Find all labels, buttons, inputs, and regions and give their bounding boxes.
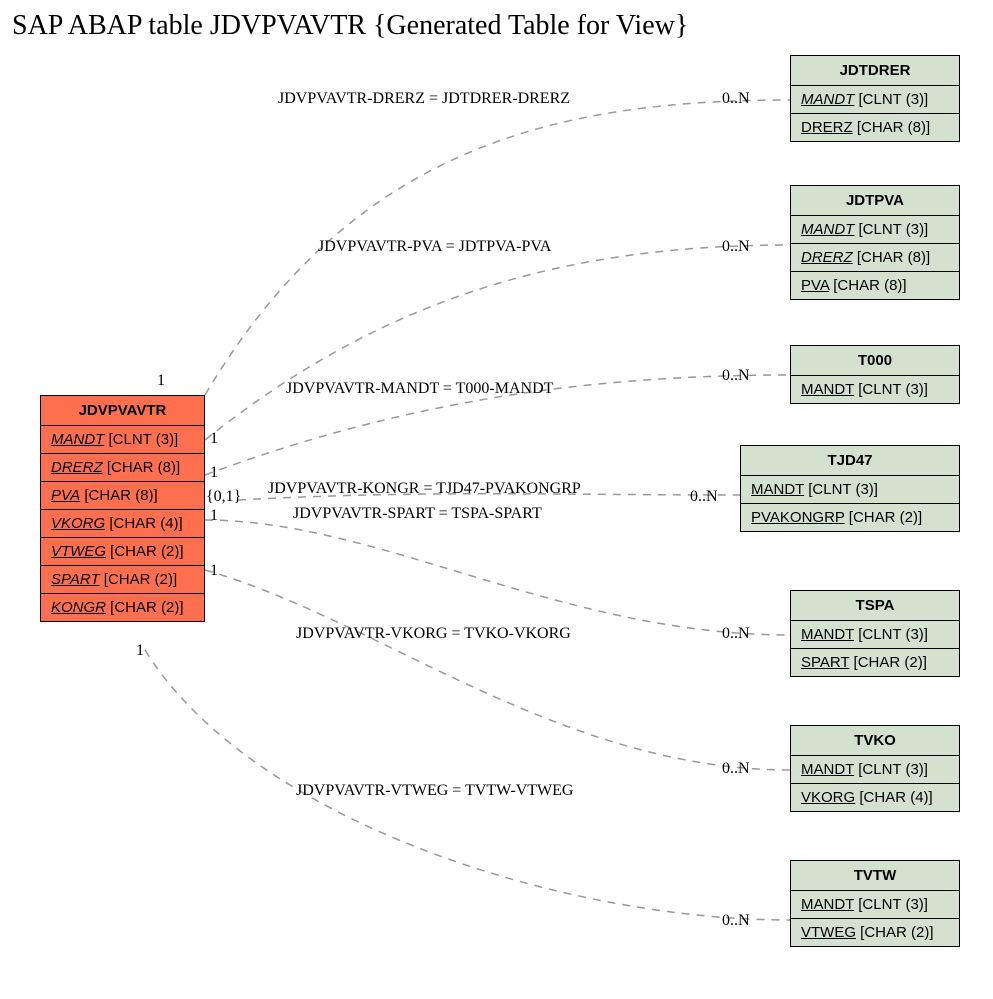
edge-label: JDVPVAVTR-PVA = JDTPVA-PVA <box>318 238 551 256</box>
cardinality-target: 0..N <box>722 367 750 385</box>
field: DRERZ [CHAR (8)] <box>791 114 959 141</box>
field: MANDT [CLNT (3)] <box>791 756 959 784</box>
entity-tvtw: TVTW MANDT [CLNT (3)] VTWEG [CHAR (2)] <box>790 860 960 947</box>
entity-tjd47: TJD47 MANDT [CLNT (3)] PVAKONGRP [CHAR (… <box>740 445 960 532</box>
entity-header: JDTDRER <box>791 56 959 86</box>
field: MANDT [CLNT (3)] <box>791 891 959 919</box>
field: SPART [CHAR (2)] <box>791 649 959 676</box>
field: DRERZ [CHAR (8)] <box>41 454 204 482</box>
field: PVA [CHAR (8)] <box>41 482 204 510</box>
field: KONGR [CHAR (2)] <box>41 594 204 621</box>
entity-header: TVTW <box>791 861 959 891</box>
entity-tvko: TVKO MANDT [CLNT (3)] VKORG [CHAR (4)] <box>790 725 960 812</box>
field: MANDT [CLNT (3)] <box>791 621 959 649</box>
field: VKORG [CHAR (4)] <box>41 510 204 538</box>
field: MANDT [CLNT (3)] <box>791 216 959 244</box>
cardinality-source: 1 <box>210 562 218 580</box>
edge-label: JDVPVAVTR-DRERZ = JDTDRER-DRERZ <box>278 90 570 108</box>
edge-label: JDVPVAVTR-KONGR = TJD47-PVAKONGRP <box>268 480 581 498</box>
field: VTWEG [CHAR (2)] <box>791 919 959 946</box>
cardinality-target: 0..N <box>722 625 750 643</box>
entity-header: JDVPVAVTR <box>41 396 204 426</box>
entity-jdtpva: JDTPVA MANDT [CLNT (3)] DRERZ [CHAR (8)]… <box>790 185 960 300</box>
page-title: SAP ABAP table JDVPVAVTR {Generated Tabl… <box>12 10 688 42</box>
cardinality-source: {0,1} <box>206 488 241 506</box>
field: MANDT [CLNT (3)] <box>791 376 959 403</box>
edge-label: JDVPVAVTR-VKORG = TVKO-VKORG <box>296 625 571 643</box>
field: DRERZ [CHAR (8)] <box>791 244 959 272</box>
entity-header: TJD47 <box>741 446 959 476</box>
entity-header: T000 <box>791 346 959 376</box>
field: MANDT [CLNT (3)] <box>791 86 959 114</box>
field: PVA [CHAR (8)] <box>791 272 959 299</box>
entity-jdtdrer: JDTDRER MANDT [CLNT (3)] DRERZ [CHAR (8)… <box>790 55 960 142</box>
edge-label: JDVPVAVTR-SPART = TSPA-SPART <box>293 505 542 523</box>
cardinality-target: 0..N <box>722 760 750 778</box>
field: VTWEG [CHAR (2)] <box>41 538 204 566</box>
cardinality-target: 0..N <box>690 488 718 506</box>
field: MANDT [CLNT (3)] <box>41 426 204 454</box>
field: VKORG [CHAR (4)] <box>791 784 959 811</box>
cardinality-source: 1 <box>210 464 218 482</box>
edge-label: JDVPVAVTR-MANDT = T000-MANDT <box>286 380 553 398</box>
entity-jdvpvavtr: JDVPVAVTR MANDT [CLNT (3)] DRERZ [CHAR (… <box>40 395 205 622</box>
entity-header: TSPA <box>791 591 959 621</box>
cardinality-source: 1 <box>157 372 165 390</box>
cardinality-source: 1 <box>210 430 218 448</box>
cardinality-target: 0..N <box>722 238 750 256</box>
edge-label: JDVPVAVTR-VTWEG = TVTW-VTWEG <box>296 782 573 800</box>
cardinality-target: 0..N <box>722 912 750 930</box>
entity-header: TVKO <box>791 726 959 756</box>
entity-t000: T000 MANDT [CLNT (3)] <box>790 345 960 404</box>
cardinality-source: 1 <box>210 507 218 525</box>
cardinality-source: 1 <box>136 642 144 660</box>
field: MANDT [CLNT (3)] <box>741 476 959 504</box>
cardinality-target: 0..N <box>722 90 750 108</box>
entity-header: JDTPVA <box>791 186 959 216</box>
entity-tspa: TSPA MANDT [CLNT (3)] SPART [CHAR (2)] <box>790 590 960 677</box>
field: PVAKONGRP [CHAR (2)] <box>741 504 959 531</box>
field: SPART [CHAR (2)] <box>41 566 204 594</box>
